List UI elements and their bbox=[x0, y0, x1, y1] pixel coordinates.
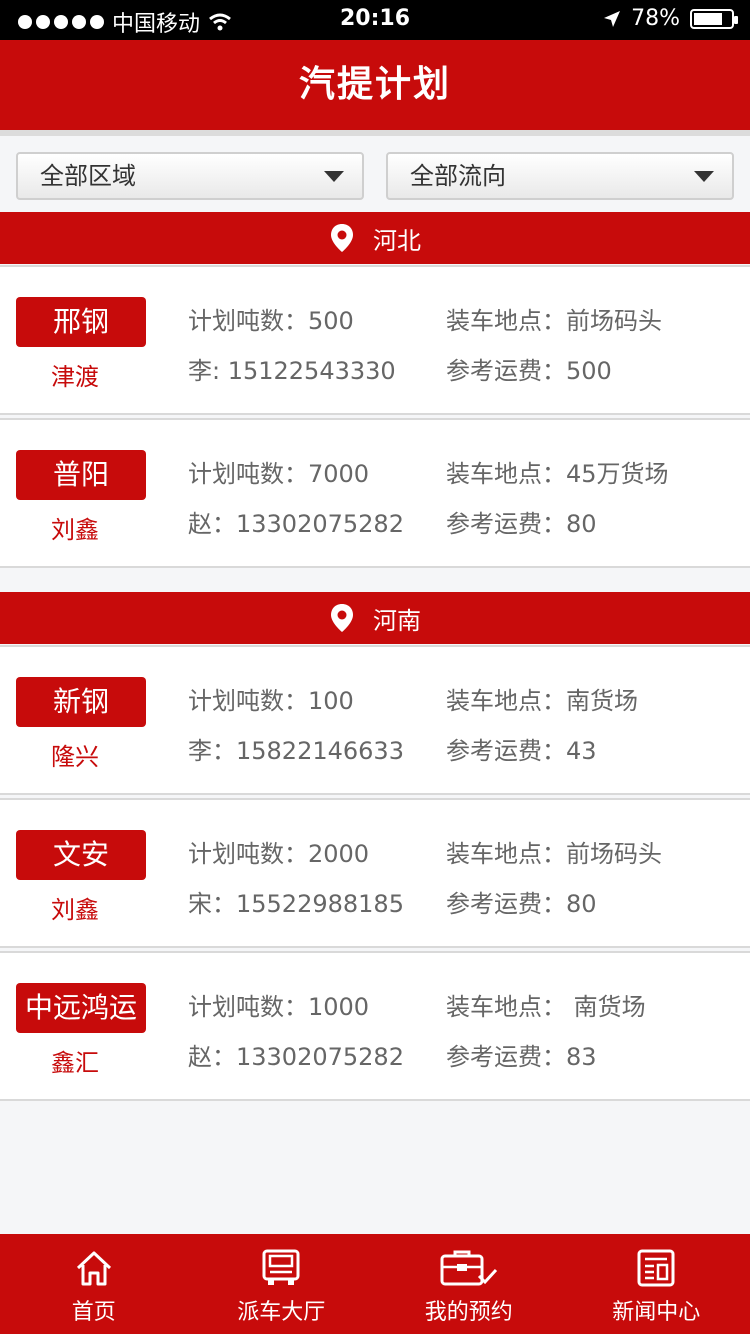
status-right-group: 78% bbox=[603, 6, 738, 31]
company-badge: 中远鸿运 bbox=[16, 983, 146, 1033]
company-subname: 津渡 bbox=[51, 363, 99, 391]
company-subname: 鑫汇 bbox=[51, 1049, 99, 1077]
reference-fee: 参考运费：500 bbox=[446, 357, 612, 385]
plan-card[interactable]: 新钢 隆兴 计划吨数：100 李：15822146633 装车地点：南货场 参考… bbox=[0, 645, 750, 795]
home-icon bbox=[76, 1251, 111, 1286]
reference-fee: 参考运费：83 bbox=[446, 1043, 597, 1071]
region-header-hebei: 河北 bbox=[0, 212, 750, 264]
direction-select[interactable]: 全部流向 bbox=[386, 152, 734, 200]
reference-fee: 参考运费：43 bbox=[446, 737, 597, 765]
tab-label: 新闻中心 bbox=[612, 1300, 701, 1325]
direction-select-value: 全部流向 bbox=[410, 162, 506, 190]
region-select[interactable]: 全部区域 bbox=[16, 152, 364, 200]
loading-location: 装车地点：南货场 bbox=[446, 687, 638, 715]
region-name: 河北 bbox=[373, 226, 421, 255]
company-badge: 邢钢 bbox=[16, 297, 146, 347]
location-pin-icon bbox=[331, 604, 353, 632]
company-subname: 隆兴 bbox=[51, 743, 99, 771]
company-badge: 新钢 bbox=[16, 677, 146, 727]
contact-phone: 李: 15122543330 bbox=[188, 357, 396, 385]
page-title: 汽提计划 bbox=[0, 40, 750, 130]
tab-label: 派车大厅 bbox=[237, 1300, 326, 1325]
loading-location: 装车地点：前场码头 bbox=[446, 840, 662, 868]
briefcase-check-icon bbox=[440, 1250, 497, 1286]
tab-my-reservations[interactable]: 我的预约 bbox=[375, 1234, 563, 1334]
truck-icon bbox=[262, 1249, 300, 1285]
plan-tonnage: 计划吨数：500 bbox=[188, 307, 354, 335]
plan-tonnage: 计划吨数：2000 bbox=[188, 840, 370, 868]
tab-label: 我的预约 bbox=[424, 1300, 513, 1325]
region-name: 河南 bbox=[373, 606, 421, 635]
region-header-henan: 河南 bbox=[0, 592, 750, 644]
company-badge: 文安 bbox=[16, 830, 146, 880]
chevron-down-icon bbox=[694, 171, 714, 182]
location-arrow-icon bbox=[604, 10, 621, 27]
plan-tonnage: 计划吨数：1000 bbox=[188, 993, 370, 1021]
location-pin-icon bbox=[331, 224, 353, 252]
plan-card[interactable]: 邢钢 津渡 计划吨数：500 李: 15122543330 装车地点：前场码头 … bbox=[0, 265, 750, 415]
plan-tonnage: 计划吨数：7000 bbox=[188, 460, 370, 488]
tab-label: 首页 bbox=[71, 1300, 116, 1325]
tab-bar: 首页 派车大厅 我的预约 新闻中心 bbox=[0, 1234, 750, 1334]
company-subname: 刘鑫 bbox=[51, 516, 99, 544]
plan-tonnage: 计划吨数：100 bbox=[188, 687, 354, 715]
newspaper-icon bbox=[637, 1249, 675, 1287]
tab-dispatch-hall[interactable]: 派车大厅 bbox=[188, 1234, 376, 1334]
filter-row: 全部区域 全部流向 bbox=[0, 130, 750, 212]
loading-location: 装车地点：45万货场 bbox=[446, 460, 669, 488]
company-subname: 刘鑫 bbox=[51, 896, 99, 924]
battery-fill bbox=[694, 12, 722, 25]
company-badge: 普阳 bbox=[16, 450, 146, 500]
contact-phone: 赵：13302075282 bbox=[188, 510, 404, 538]
battery-icon bbox=[690, 8, 738, 29]
contact-phone: 宋：15522988185 bbox=[188, 890, 404, 918]
contact-phone: 李：15822146633 bbox=[188, 737, 404, 765]
contact-phone: 赵：13302075282 bbox=[188, 1043, 404, 1071]
plan-card[interactable]: 文安 刘鑫 计划吨数：2000 宋：15522988185 装车地点：前场码头 … bbox=[0, 798, 750, 948]
tab-home[interactable]: 首页 bbox=[0, 1234, 188, 1334]
battery-percent: 78% bbox=[631, 6, 680, 31]
plan-card[interactable]: 中远鸿运 鑫汇 计划吨数：1000 赵：13302075282 装车地点： 南货… bbox=[0, 951, 750, 1101]
loading-location: 装车地点：前场码头 bbox=[446, 307, 662, 335]
tab-news-center[interactable]: 新闻中心 bbox=[563, 1234, 750, 1334]
region-select-value: 全部区域 bbox=[40, 162, 136, 190]
reference-fee: 参考运费：80 bbox=[446, 890, 597, 918]
plan-card[interactable]: 普阳 刘鑫 计划吨数：7000 赵：13302075282 装车地点：45万货场… bbox=[0, 418, 750, 568]
reference-fee: 参考运费：80 bbox=[446, 510, 597, 538]
chevron-down-icon bbox=[324, 171, 344, 182]
status-bar: 中国移动 20:16 78% bbox=[0, 0, 750, 40]
loading-location: 装车地点： 南货场 bbox=[446, 993, 646, 1021]
